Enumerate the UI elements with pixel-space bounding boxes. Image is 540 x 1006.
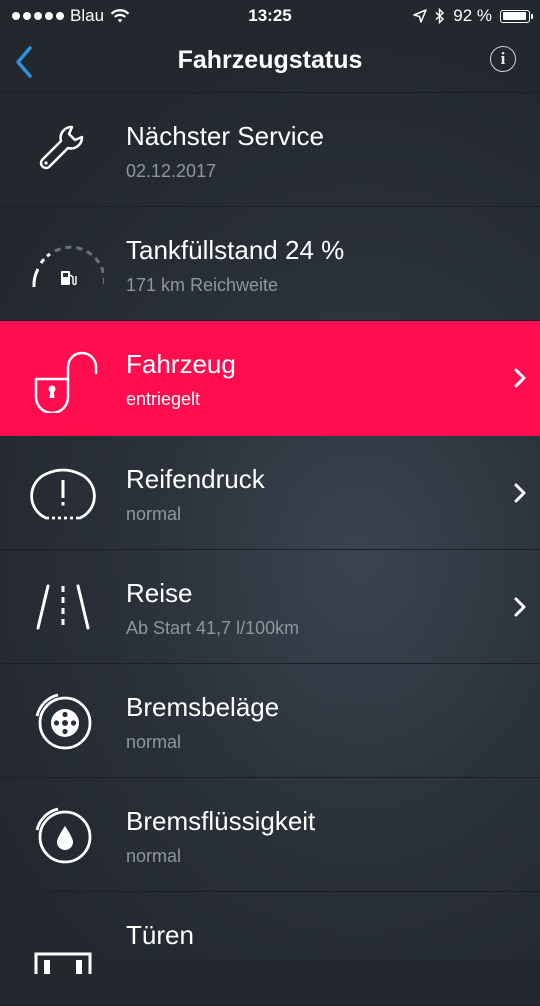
car-doors-icon — [34, 952, 92, 974]
list-item-next-service: Nächster Service 02.12.2017 — [0, 93, 540, 207]
padlock-open-icon — [34, 351, 98, 413]
road-icon — [36, 584, 90, 630]
item-subtitle: 171 km Reichweite — [126, 275, 279, 295]
page-title: Fahrzeugstatus — [177, 46, 363, 74]
wrench-icon — [39, 125, 84, 170]
item-subtitle: normal — [126, 846, 182, 866]
bluetooth-icon — [435, 8, 445, 24]
brake-disc-icon — [35, 693, 92, 750]
item-subtitle: entriegelt — [126, 389, 201, 409]
item-subtitle: normal — [126, 732, 182, 752]
item-subtitle: 02.12.2017 — [126, 161, 217, 181]
list-item-fuel-level: Tankfüllstand 24 % 171 km Reichweite — [0, 207, 540, 321]
item-subtitle: normal — [126, 504, 182, 524]
item-title: Reifendruck — [126, 464, 265, 494]
status-right: 92 % — [413, 6, 533, 26]
vehicle-status-list: Nächster Service 02.12.2017 Tankfüllstan… — [0, 93, 540, 1006]
item-title: Türen — [126, 920, 194, 950]
list-item-doors: Türen — [0, 892, 540, 1006]
battery-percent: 92 % — [453, 6, 492, 25]
item-title: Fahrzeug — [126, 349, 236, 379]
status-bar: Blau 13:25 92 % — [0, 0, 540, 32]
list-item-brake-fluid: Bremsflüssigkeit normal — [0, 778, 540, 892]
battery-fill — [502, 12, 526, 20]
list-item-tire-pressure[interactable]: Reifendruck normal — [0, 436, 540, 550]
chevron-right-icon — [514, 483, 526, 503]
info-button[interactable]: i — [490, 46, 516, 72]
item-subtitle: Ab Start 41,7 l/100km — [126, 618, 300, 638]
list-item-brake-pads: Bremsbeläge normal — [0, 664, 540, 778]
battery-icon — [500, 9, 533, 23]
fuel-gauge-icon — [32, 245, 104, 288]
item-title: Tankfüllstand 24 % — [126, 235, 345, 265]
brake-fluid-icon — [35, 807, 92, 864]
item-title: Bremsbeläge — [126, 692, 280, 722]
navigation-bar: Fahrzeugstatus i — [0, 32, 540, 93]
item-title: Nächster Service — [126, 121, 324, 151]
tire-pressure-icon — [30, 468, 96, 520]
item-title: Reise — [126, 578, 193, 608]
list-item-trip[interactable]: Reise Ab Start 41,7 l/100km — [0, 550, 540, 664]
location-arrow-icon — [413, 9, 427, 23]
item-title: Bremsflüssigkeit — [126, 806, 316, 836]
chevron-right-icon — [514, 368, 526, 388]
chevron-right-icon — [514, 597, 526, 617]
list-item-vehicle-lock[interactable]: Fahrzeug entriegelt — [0, 321, 540, 436]
